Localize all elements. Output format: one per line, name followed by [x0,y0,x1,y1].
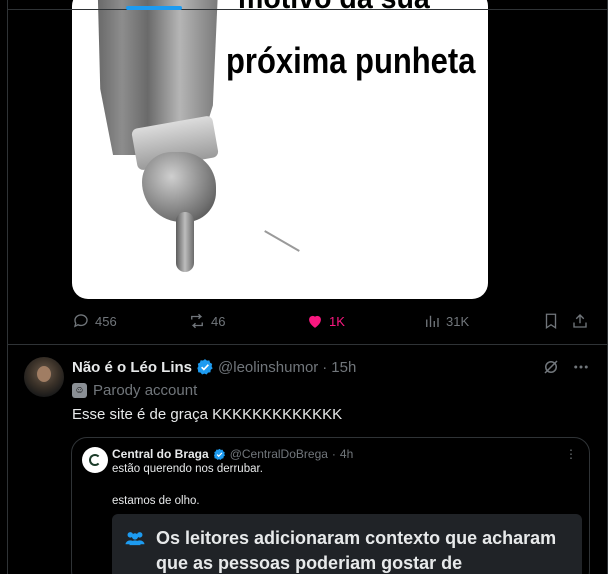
quote-text-line1: estão querendo nos derrubar. [112,463,263,475]
top-divider [8,9,607,10]
quote-text-line2: estamos de olho. [112,495,200,507]
repost-count: 46 [211,313,226,329]
tweet-header: Não é o Léo Lins @leolinshumor · 15h [72,358,356,376]
reply-count: 456 [95,313,117,329]
meme-hand [142,152,216,222]
grok-icon[interactable] [542,358,560,376]
meme-caption-bottom: próxima punheta [226,40,476,81]
bookmark-button[interactable] [542,312,560,330]
avatar[interactable] [24,357,64,397]
tweet-action-bar: 456 46 1K 31K [72,312,592,334]
quote-time: 4h [339,447,354,461]
community-notes-title: Os leitores adicionaram contexto que ach… [156,528,557,573]
header-separator: · [322,358,328,376]
handle[interactable]: @leolinshumor [218,359,318,376]
like-button[interactable]: 1K [306,312,345,330]
reply-icon [73,314,88,328]
view-count: 31K [446,313,470,329]
quoted-media-card[interactable]: Central do Braga @CentralDoBrega · 4h ⋮ … [71,437,590,574]
repost-icon [191,313,203,329]
column-border-left [7,0,8,574]
reply-button[interactable]: 456 [72,312,117,330]
meme-caption-top: motivo da sua [238,0,430,16]
people-icon [124,529,146,547]
tweet-top-icons [542,358,590,376]
views-icon [426,315,439,327]
share-icon [573,314,587,328]
quote-display-name: Central do Braga [112,447,209,461]
like-count: 1K [329,313,345,329]
parody-label: ☺ Parody account [72,382,197,399]
tweet-media-image[interactable]: motivo da sua próxima punheta [72,0,488,299]
community-notes-box: Os leitores adicionaram contexto que ach… [112,514,582,574]
mask-icon: ☺ [72,383,87,398]
active-tab-indicator [126,6,182,10]
share-button[interactable] [571,312,589,330]
quote-header: Central do Braga @CentralDoBrega · 4h [112,447,353,461]
timestamp[interactable]: 15h [331,359,356,376]
quote-avatar [82,447,108,473]
parody-text: Parody account [93,382,198,399]
meme-line [264,230,300,252]
meme-finger [176,212,194,272]
verified-badge-icon [196,358,214,376]
heart-icon [309,315,321,328]
tweet-text: Esse site é de graça KKKKKKKKKKKKK [72,406,343,423]
display-name[interactable]: Não é o Léo Lins [72,359,192,376]
views-button[interactable]: 31K [423,312,469,330]
quote-handle: @CentralDoBrega [229,447,328,461]
quote-more-icon: ⋮ [565,447,577,461]
repost-button[interactable]: 46 [188,312,225,330]
quote-verified-icon [213,448,225,460]
bookmark-icon [545,313,557,330]
quote-separator: · [331,447,336,461]
tweet-divider [8,344,607,345]
more-options-icon[interactable] [572,358,590,376]
